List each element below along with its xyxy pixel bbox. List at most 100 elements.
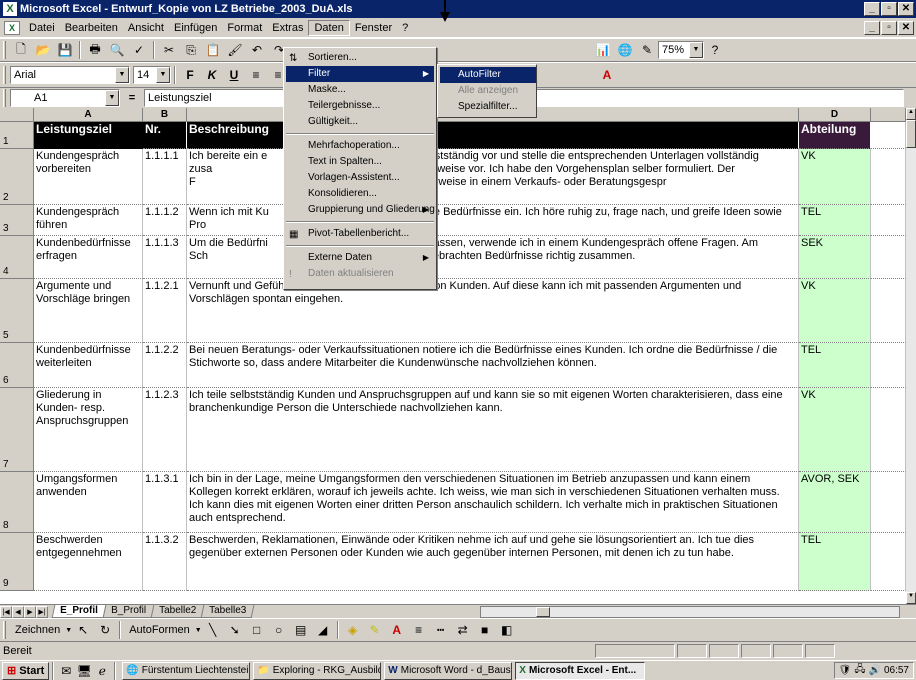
- table-cell[interactable]: [871, 122, 906, 149]
- tab-tabelle2[interactable]: Tabelle2: [150, 605, 205, 618]
- menuitem-filter[interactable]: Filter ▶: [286, 66, 434, 82]
- outlook-icon[interactable]: ✉: [57, 661, 75, 680]
- task-explorer[interactable]: 📁Exploring - RKG_Ausbildun...: [253, 661, 382, 680]
- task-excel[interactable]: X Microsoft Excel - Ent...: [515, 661, 646, 680]
- table-cell[interactable]: [871, 205, 906, 236]
- table-cell[interactable]: 1.1.3.2: [143, 533, 187, 591]
- menu-einfuegen[interactable]: Einfügen: [169, 21, 222, 35]
- menu-bearbeiten[interactable]: Bearbeiten: [60, 21, 123, 35]
- header-leistungsziel[interactable]: Leistungsziel: [34, 122, 143, 149]
- table-cell[interactable]: VK: [799, 388, 871, 472]
- table-cell[interactable]: [871, 279, 906, 343]
- menu-datei[interactable]: Datei: [24, 21, 60, 35]
- table-cell[interactable]: Ich teile selbstständig Kunden und Anspr…: [187, 388, 799, 472]
- select-objects-icon[interactable]: ↖: [72, 620, 94, 640]
- col-header-e[interactable]: [871, 108, 906, 122]
- table-cell[interactable]: 1.1.1.2: [143, 205, 187, 236]
- table-cell[interactable]: Vernunft und Gefühle bestimmen die Kaufm…: [187, 279, 799, 343]
- rotate-icon[interactable]: ↻: [94, 620, 116, 640]
- table-cell[interactable]: Kundenbedürfnisse weiterleiten: [34, 343, 143, 388]
- table-cell[interactable]: VK: [799, 149, 871, 205]
- col-header-d[interactable]: D: [799, 108, 871, 122]
- table-cell[interactable]: TEL: [799, 533, 871, 591]
- table-cell[interactable]: Beschwerden entgegennehmen: [34, 533, 143, 591]
- cut-icon[interactable]: ✂: [158, 40, 180, 60]
- preview-icon[interactable]: 🔍: [106, 40, 128, 60]
- line-style-icon[interactable]: ≡: [408, 620, 430, 640]
- menuitem-spezialfilter[interactable]: Spezialfilter...: [440, 99, 536, 115]
- italic-icon[interactable]: K: [201, 65, 223, 85]
- font-select[interactable]: Arial ▼: [10, 66, 130, 84]
- row-header[interactable]: 2: [0, 149, 34, 205]
- minimize-button[interactable]: _: [864, 2, 880, 16]
- menuitem-gruppierung[interactable]: Gruppierung und Gliederung ▶: [286, 202, 435, 218]
- zoom-select[interactable]: 75% ▼: [658, 41, 704, 59]
- prev-sheet-icon[interactable]: ◀: [12, 605, 24, 618]
- drawing-icon[interactable]: ✎: [636, 40, 658, 60]
- scroll-up-icon[interactable]: ▲: [906, 108, 916, 120]
- table-cell[interactable]: 1.1.1.3: [143, 236, 187, 279]
- tab-e-profil[interactable]: E_Profil: [51, 605, 107, 618]
- undo-icon[interactable]: ↶: [246, 40, 268, 60]
- menuitem-mehrfachoperation[interactable]: Mehrfachoperation...: [286, 138, 434, 154]
- open-icon[interactable]: 📂: [32, 40, 54, 60]
- fill-color-icon[interactable]: ◈: [342, 620, 364, 640]
- map-icon[interactable]: 🌐: [614, 40, 636, 60]
- menu-help[interactable]: ?: [397, 21, 413, 35]
- menuitem-konsolidieren[interactable]: Konsolidieren...: [286, 186, 434, 202]
- menu-fenster[interactable]: Fenster: [350, 21, 397, 35]
- col-header-b[interactable]: B: [143, 108, 187, 122]
- table-cell[interactable]: Ich bereite ein e elbstständig vor und s…: [187, 149, 799, 205]
- next-sheet-icon[interactable]: ▶: [24, 605, 36, 618]
- save-icon[interactable]: 💾: [54, 40, 76, 60]
- new-icon[interactable]: 🗋: [10, 40, 32, 60]
- hscroll-thumb[interactable]: [536, 607, 550, 617]
- underline-icon[interactable]: U: [223, 65, 245, 85]
- col-header-a[interactable]: A: [34, 108, 143, 122]
- table-cell[interactable]: TEL: [799, 343, 871, 388]
- table-cell[interactable]: Um die Bedürfni erfassen, verwende ich i…: [187, 236, 799, 279]
- table-cell[interactable]: Ich bin in der Lage, meine Umgangsformen…: [187, 472, 799, 533]
- table-cell[interactable]: Bei neuen Beratungs- oder Verkaufssituat…: [187, 343, 799, 388]
- doc-minimize-button[interactable]: _: [864, 21, 880, 35]
- table-cell[interactable]: [871, 388, 906, 472]
- menuitem-vorlagen-assistent[interactable]: Vorlagen-Assistent...: [286, 170, 434, 186]
- menuitem-sortieren[interactable]: ⇅ Sortieren...: [286, 50, 434, 66]
- desktop-icon[interactable]: 🖥: [75, 661, 93, 680]
- menuitem-teilergebnisse[interactable]: Teilergebnisse...: [286, 98, 434, 114]
- table-cell[interactable]: [871, 533, 906, 591]
- scroll-down-icon[interactable]: ▼: [906, 592, 916, 604]
- tab-tabelle3[interactable]: Tabelle3: [200, 605, 255, 618]
- menu-extras[interactable]: Extras: [267, 21, 308, 35]
- vertical-scrollbar[interactable]: ▲ ▼: [906, 108, 916, 604]
- table-cell[interactable]: [871, 149, 906, 205]
- shield-icon[interactable]: 🛡: [839, 665, 852, 676]
- dash-style-icon[interactable]: ┅: [430, 620, 452, 640]
- table-cell[interactable]: 1.1.2.3: [143, 388, 187, 472]
- paste-icon[interactable]: 📋: [202, 40, 224, 60]
- arrow-icon[interactable]: ➘: [224, 620, 246, 640]
- maximize-button[interactable]: ▫: [881, 2, 897, 16]
- menuitem-externe-daten[interactable]: Externe Daten ▶: [286, 250, 434, 266]
- table-cell[interactable]: Kundenbedürfnisse erfragen: [34, 236, 143, 279]
- row-header[interactable]: 4: [0, 236, 34, 279]
- doc-restore-button[interactable]: ▫: [881, 21, 897, 35]
- autoformen-menu[interactable]: AutoFormen: [124, 623, 195, 637]
- menuitem-autofilter[interactable]: AutoFilter: [440, 67, 536, 83]
- table-cell[interactable]: Gliederung in Kunden- resp. Anspruchsgru…: [34, 388, 143, 472]
- oval-icon[interactable]: ○: [268, 620, 290, 640]
- task-word[interactable]: WMicrosoft Word - d_Bauste...: [384, 661, 513, 680]
- table-cell[interactable]: Kundengespräch vorbereiten: [34, 149, 143, 205]
- table-cell[interactable]: Kundengespräch führen: [34, 205, 143, 236]
- first-sheet-icon[interactable]: |◀: [0, 605, 12, 618]
- table-cell[interactable]: AVOR, SEK: [799, 472, 871, 533]
- menu-daten[interactable]: Daten: [308, 19, 350, 36]
- table-cell[interactable]: [871, 472, 906, 533]
- table-cell[interactable]: Wenn ich mit Ku ihre Bedürfnisse ein. Ic…: [187, 205, 799, 236]
- spelling-icon[interactable]: ✓: [128, 40, 150, 60]
- close-button[interactable]: ✕: [898, 2, 914, 16]
- rectangle-icon[interactable]: □: [246, 620, 268, 640]
- table-cell[interactable]: 1.1.3.1: [143, 472, 187, 533]
- menu-ansicht[interactable]: Ansicht: [123, 21, 169, 35]
- line-color-icon[interactable]: ✎: [364, 620, 386, 640]
